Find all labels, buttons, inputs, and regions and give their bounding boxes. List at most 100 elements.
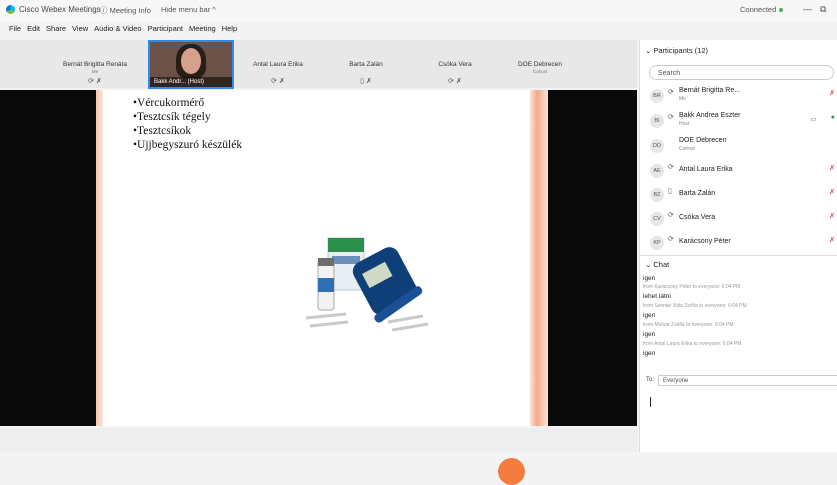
avatar: CV [650, 212, 664, 226]
chat-to-label: To: [646, 377, 655, 383]
participant-row[interactable]: CV ⟳ Csóka Vera ✗ [640, 208, 837, 230]
avatar: BZ [650, 188, 664, 202]
tile-status-icons: ⟳ ✗ [448, 78, 462, 85]
audio-icon: ⟳ [668, 89, 674, 96]
chat-message: igen [643, 331, 656, 338]
mic-muted-icon[interactable]: ✗ [829, 164, 835, 172]
menu-share[interactable]: Share [46, 24, 66, 36]
slide-bullet: •Vércukormérő [133, 97, 205, 109]
shared-content-stage [0, 90, 637, 485]
participant-name: Bernát Brigitta Re... [679, 87, 741, 94]
mic-muted-icon[interactable]: ✗ [829, 212, 835, 220]
chat-input-cursor[interactable] [650, 397, 651, 407]
menu-meeting[interactable]: Meeting [189, 24, 216, 36]
menu-edit[interactable]: Edit [27, 24, 40, 36]
avatar: DD [650, 139, 664, 153]
active-speaker-label: Bakk Andr... (Host) [150, 77, 232, 87]
chat-message: igen [643, 275, 656, 282]
video-tile[interactable]: Barta Zalán ▯ ✗ [326, 40, 406, 88]
participant-row[interactable]: KP ⟳ Karácsony Péter ✗ [640, 232, 837, 254]
tile-role: Me [91, 69, 99, 74]
chevron-down-icon: ⌄ [645, 260, 652, 269]
app-name: Cisco Webex Meetings [19, 5, 101, 14]
chat-meta: from Szentei Júlia Zsófia to everyone: 6… [643, 303, 747, 309]
tile-status-icons: ⟳ ✗ [88, 78, 102, 85]
glucose-meter-kit-image [305, 237, 429, 332]
slide-bullet: •Ujjbegyszuró készülék [133, 139, 243, 151]
chat-message: igen [643, 312, 656, 319]
participants-header[interactable]: ⌄ Participants (12) [645, 46, 708, 55]
chat-meta: from Molnár Zsófia to everyone: 6:04 PM [643, 322, 734, 328]
participant-role: Cohost [679, 146, 695, 152]
chevron-down-icon: ⌄ [645, 46, 652, 55]
slide-right-border [530, 90, 548, 426]
restore-button[interactable]: ⧉ [820, 4, 826, 15]
chat-header[interactable]: ⌄ Chat [645, 260, 669, 269]
participant-name: Bakk Andrea Eszter [679, 112, 741, 119]
menu-help[interactable]: Help [222, 24, 237, 36]
panel-divider [640, 255, 837, 256]
menu-view[interactable]: View [72, 24, 88, 36]
participant-name: DOE Debrecen [679, 137, 727, 144]
tile-name: Bernát Brigitta Renáta [63, 61, 127, 68]
participant-row[interactable]: BI ⟳ Bakk Andrea Eszter Host ▭ ● [640, 110, 837, 132]
chat-meta: from Antal Laura Erika to everyone: 6:04… [643, 341, 742, 347]
menu-bar: File Edit Share View Audio & Video Parti… [0, 24, 237, 36]
chat-message: igen [643, 350, 656, 357]
tile-name: Csóka Vera [438, 61, 472, 68]
audio-icon: ⟳ [668, 236, 674, 243]
tile-status-icons: ⟳ ✗ [271, 78, 285, 85]
audio-icon: ⟳ [668, 212, 674, 219]
meeting-info-button[interactable]: ⓘ Meeting Info [100, 5, 151, 16]
tile-name: DOE Debrecen [517, 61, 563, 68]
connected-icon [779, 8, 784, 13]
mic-active-icon[interactable]: ● [831, 114, 835, 121]
title-bar: Cisco Webex Meetings ⓘ Meeting Info Hide… [0, 0, 837, 22]
menu-participant[interactable]: Participant [148, 24, 183, 36]
avatar: BR [650, 89, 664, 103]
participant-row[interactable]: DD DOE Debrecen Cohost [640, 135, 837, 157]
participant-role: Me [679, 96, 686, 102]
mic-muted-icon[interactable]: ✗ [829, 89, 835, 97]
chat-recipient-select[interactable]: Everyone [658, 375, 837, 386]
participant-row[interactable]: AE ⟳ Antal Laura Erika ✗ [640, 160, 837, 182]
menu-file[interactable]: File [9, 24, 21, 36]
participant-name: Karácsony Péter [679, 238, 731, 245]
participant-row[interactable]: BZ ▯ Barta Zalán ✗ [640, 184, 837, 206]
hide-menu-button[interactable]: Hide menu bar ^ [161, 5, 216, 14]
phone-icon: ▯ [668, 188, 672, 195]
participants-search-input[interactable]: Search [649, 65, 834, 80]
mic-muted-icon[interactable]: ✗ [829, 188, 835, 196]
menu-audio-video[interactable]: Audio & Video [94, 24, 141, 36]
video-strip: Bernát Brigitta Renáta Me ⟳ ✗ Antal Laur… [0, 40, 637, 88]
slide-bullet: •Tesztcsíkok [133, 125, 192, 137]
tile-role: Cohost [532, 69, 548, 74]
slide-bullet-list: •Vércukormérő •Tesztcsík tégely •Tesztcs… [133, 96, 242, 152]
avatar: BI [650, 114, 664, 128]
video-tile[interactable]: Antal Laura Erika ⟳ ✗ [238, 40, 318, 88]
avatar: AE [650, 164, 664, 178]
video-tile[interactable]: DOE Debrecen Cohost [500, 40, 580, 88]
participant-row[interactable]: BR ⟳ Bernát Brigitta Re... Me ✗ [640, 85, 837, 107]
avatar: KP [650, 236, 664, 250]
app-title: Cisco Webex Meetings [6, 5, 101, 14]
video-tile[interactable]: Csóka Vera ⟳ ✗ [415, 40, 495, 88]
tile-status-icons: ▯ ✗ [360, 78, 372, 85]
side-panel: ⌄ Participants (12) Search BR ⟳ Bernát B… [639, 40, 837, 452]
camera-icon[interactable]: ▭ [810, 116, 816, 123]
audio-icon: ⟳ [668, 164, 674, 171]
minimize-button[interactable]: — [803, 4, 812, 14]
mic-muted-icon[interactable]: ✗ [829, 236, 835, 244]
video-tile[interactable]: Bernát Brigitta Renáta Me ⟳ ✗ [55, 40, 135, 88]
participant-role: Host [679, 121, 690, 127]
audio-icon: ⟳ [668, 114, 674, 121]
active-speaker-video[interactable]: Bakk Andr... (Host) [148, 40, 234, 89]
search-placeholder: Search [658, 70, 681, 77]
speaker-face [181, 48, 201, 74]
slide-bullet: •Tesztcsík tégely [133, 111, 211, 123]
chat-message: lehet látni [643, 293, 671, 300]
tile-name: Antal Laura Erika [253, 61, 303, 68]
webex-logo-icon [6, 5, 15, 14]
tile-name: Barta Zalán [349, 61, 383, 68]
meeting-control-bar [0, 428, 637, 452]
